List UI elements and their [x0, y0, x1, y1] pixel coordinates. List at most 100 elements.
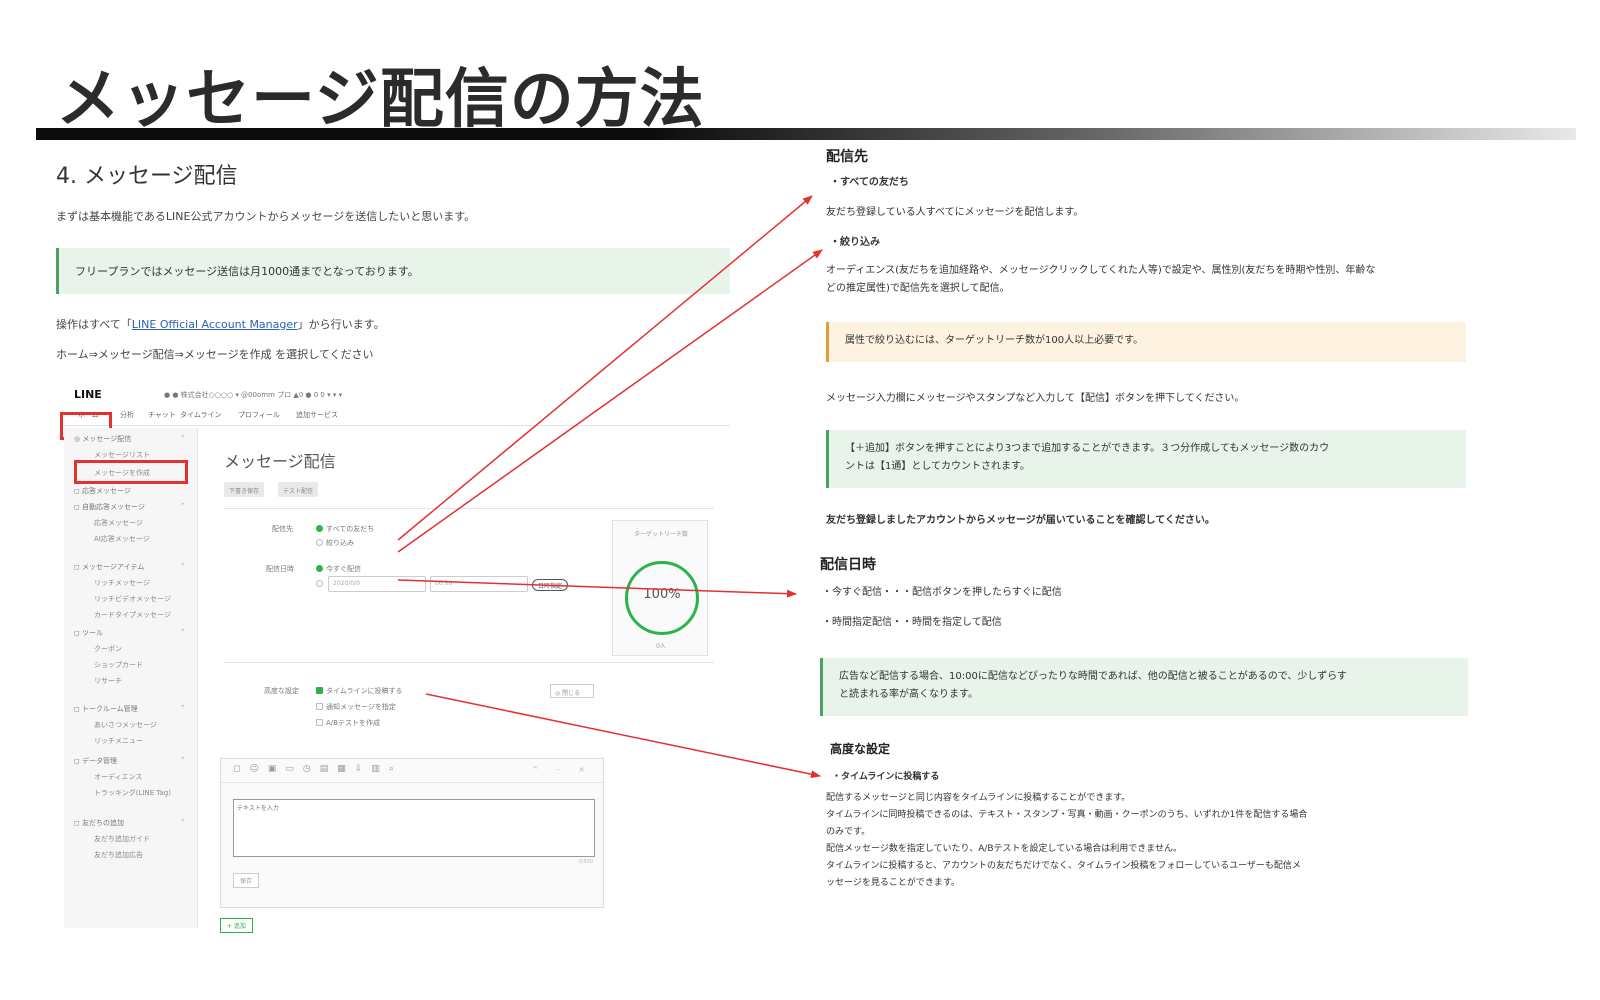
- radio-scheduled[interactable]: [316, 580, 326, 588]
- checkbox-timeline[interactable]: タイムラインに投稿する: [316, 686, 403, 696]
- sidebar-item-audience[interactable]: オーディエンス: [94, 772, 142, 782]
- section-title: 4. メッセージ配信: [56, 164, 238, 189]
- sidebar-item-friend-ads[interactable]: 友だち追加広告: [94, 850, 143, 860]
- scheduled-line: ・時間指定配信・・時間を指定して配信: [822, 617, 1002, 628]
- filter-heading: ・絞り込み: [830, 237, 880, 248]
- download-tool-icon[interactable]: ⇩: [355, 764, 372, 774]
- checkbox-label: A/Bテストを作成: [326, 719, 380, 727]
- operation-suffix: 」から行います。: [297, 318, 385, 331]
- sidebar-group-response[interactable]: ◻ 応答メッセージ: [74, 486, 131, 496]
- broadcast-page-title: メッセージ配信: [224, 452, 336, 471]
- send-now-line: ・今すぐ配信・・・配信ボタンを押したらすぐに配信: [822, 587, 1062, 598]
- save-button[interactable]: 保存: [233, 873, 260, 888]
- char-counter: 0/500: [578, 859, 593, 865]
- sticker-tool-icon[interactable]: ☺: [249, 764, 267, 774]
- sidebar-item-ai-response[interactable]: AI応答メッセージ: [94, 534, 150, 544]
- time-note-line-1: 広告など配信する場合、10:00に配信などぴったりな時間であれば、他の配信と被る…: [839, 671, 1347, 682]
- test-send-button[interactable]: テスト配信: [278, 482, 319, 497]
- checkbox-label: タイムラインに投稿する: [326, 687, 403, 695]
- recipients-label: 配信先: [272, 525, 293, 533]
- clock-tool-icon[interactable]: ◷: [303, 764, 320, 774]
- chevron-up-icon: ⌃: [180, 756, 186, 764]
- date-field[interactable]: 2020/0/0: [328, 576, 426, 592]
- divider: [224, 662, 714, 663]
- checkbox-box: [316, 703, 323, 710]
- chevron-up-icon: ⌃: [180, 818, 186, 826]
- sidebar-item-shopcard[interactable]: ショップカード: [94, 660, 143, 670]
- radio-send-now[interactable]: 今すぐ配信: [316, 564, 361, 574]
- advanced-line: タイムラインに同時投稿できるのは、テキスト・スタンプ・写真・動画・クーポンのうち…: [826, 810, 1308, 820]
- card-tool-icon[interactable]: ▥: [371, 764, 389, 774]
- line-logo: LINE: [74, 388, 102, 401]
- nav-services[interactable]: 追加サービス: [296, 410, 338, 420]
- radio-all-friends[interactable]: すべての友だち: [316, 524, 374, 534]
- sidebar-item-greeting[interactable]: あいさつメッセージ: [94, 720, 157, 730]
- text-tool-icon[interactable]: ◻: [233, 764, 249, 774]
- target-reach-card: ターゲットリーチ数 100% 0人: [612, 520, 708, 656]
- checkbox-push[interactable]: 通知メッセージを指定: [316, 702, 396, 712]
- sidebar-group-friends[interactable]: ◻ 友だちの追加: [74, 818, 124, 828]
- sidebar-group-message-items[interactable]: ◻ メッセージアイテム: [74, 562, 144, 572]
- add-note-line-1: 【＋追加】ボタンを押すことにより3つまで追加することができます。３つ分作成しても…: [845, 443, 1330, 454]
- nav-chat[interactable]: チャット: [148, 410, 176, 420]
- time-field[interactable]: 00:00: [430, 576, 528, 592]
- photo-tool-icon[interactable]: ▣: [268, 764, 286, 774]
- nav-profile[interactable]: プロフィール: [238, 410, 280, 420]
- coupon-tool-icon[interactable]: ▭: [285, 764, 303, 774]
- sidebar-item-friend-guide[interactable]: 友だち追加ガイド: [94, 834, 150, 844]
- sidebar-group-auto-response[interactable]: ◻ 自動応答メッセージ: [74, 502, 145, 512]
- filter-note: 属性で絞り込むには、ターゲットリーチ数が100人以上必要です。: [826, 322, 1466, 362]
- radio-filter[interactable]: 絞り込み: [316, 538, 354, 548]
- schedule-pill[interactable]: 日時指定: [532, 579, 569, 591]
- message-textarea[interactable]: [233, 799, 595, 857]
- nav-timeline[interactable]: タイムライン: [180, 410, 222, 420]
- manager-topbar: LINE ● ● 株式会社○○○○ ▾ @00omm プロ ▲0 ● 0 0 ▾…: [64, 386, 730, 404]
- sidebar-item-response-msg[interactable]: 応答メッセージ: [94, 518, 143, 528]
- search-tool-icon[interactable]: ⌕: [389, 764, 403, 774]
- close-button[interactable]: ◎ 閉じる: [550, 684, 594, 698]
- checkbox-label: 通知メッセージを指定: [326, 703, 396, 711]
- chevron-up-icon: ⌃: [180, 562, 186, 570]
- radio-label: すべての友だち: [326, 525, 375, 533]
- advanced-line: のみです。: [826, 827, 871, 837]
- sidebar-group-broadcast[interactable]: ◎ メッセージ配信: [74, 434, 131, 444]
- sidebar-item-message-list[interactable]: メッセージリスト: [94, 450, 150, 460]
- manager-nav: ホーム 分析 チャット タイムライン プロフィール 追加サービス: [60, 406, 730, 440]
- advanced-line: タイムラインに投稿すると、アカウントの友だちだけでなく、タイムライン投稿をフォロ…: [826, 861, 1301, 871]
- sidebar-item-rich-message[interactable]: リッチメッセージ: [94, 578, 150, 588]
- sidebar-item-coupon[interactable]: クーポン: [94, 644, 122, 654]
- manager-sidebar: ◎ メッセージ配信 ⌃ メッセージリスト メッセージを作成 ◻ 応答メッセージ …: [64, 428, 198, 928]
- sidebar-group-data[interactable]: ◻ データ管理: [74, 756, 117, 766]
- video-tool-icon[interactable]: ▦: [337, 764, 355, 774]
- advanced-line: ッセージを見ることができます。: [826, 878, 960, 888]
- advanced-line: 配信するメッセージと同じ内容をタイムラインに投稿することができます。: [826, 793, 1131, 803]
- sidebar-item-tracking[interactable]: トラッキング(LINE Tag): [94, 788, 171, 798]
- manager-link[interactable]: LINE Official Account Manager: [132, 318, 298, 331]
- draft-button[interactable]: 下書き保存: [224, 482, 265, 497]
- sidebar-item-rich-menu[interactable]: リッチメニュー: [94, 736, 143, 746]
- sidebar-group-tools[interactable]: ◻ ツール: [74, 628, 103, 638]
- rich-tool-icon[interactable]: ▤: [320, 764, 338, 774]
- sidebar-item-rich-video[interactable]: リッチビデオメッセージ: [94, 594, 171, 604]
- editor-controls[interactable]: ^ ‐ ×: [532, 765, 593, 774]
- sidebar-item-research[interactable]: リサーチ: [94, 676, 122, 686]
- timeline-heading: ・タイムラインに投稿する: [832, 772, 940, 782]
- chevron-up-icon: ⌃: [180, 628, 186, 636]
- radio-dot: [316, 525, 323, 532]
- advanced-heading: 高度な設定: [830, 742, 891, 756]
- checkbox-abtest[interactable]: A/Bテストを作成: [316, 718, 380, 728]
- radio-dot: [316, 539, 323, 546]
- filter-desc-2: どの推定属性)で配信先を選択して配信。: [826, 283, 1010, 294]
- slide-title: メッセージ配信の方法: [56, 63, 705, 137]
- chevron-up-icon: ⌃: [180, 434, 186, 442]
- chevron-up-icon: ⌃: [180, 704, 186, 712]
- add-message-button[interactable]: + 追加: [220, 918, 253, 933]
- create-message-highlight-box: [74, 460, 188, 484]
- nav-analytics[interactable]: 分析: [120, 410, 134, 420]
- sidebar-group-talkroom[interactable]: ◻ トークルーム管理: [74, 704, 138, 714]
- title-rule: [36, 128, 1576, 140]
- account-line: ● ● 株式会社○○○○ ▾ @00omm プロ ▲0 ● 0 0 ▾ ▾ ▾: [164, 391, 343, 399]
- sidebar-item-card-message[interactable]: カードタイプメッセージ: [94, 610, 171, 620]
- advanced-label: 高度な設定: [264, 687, 299, 695]
- time-note: 広告など配信する場合、10:00に配信などぴったりな時間であれば、他の配信と被る…: [820, 658, 1468, 716]
